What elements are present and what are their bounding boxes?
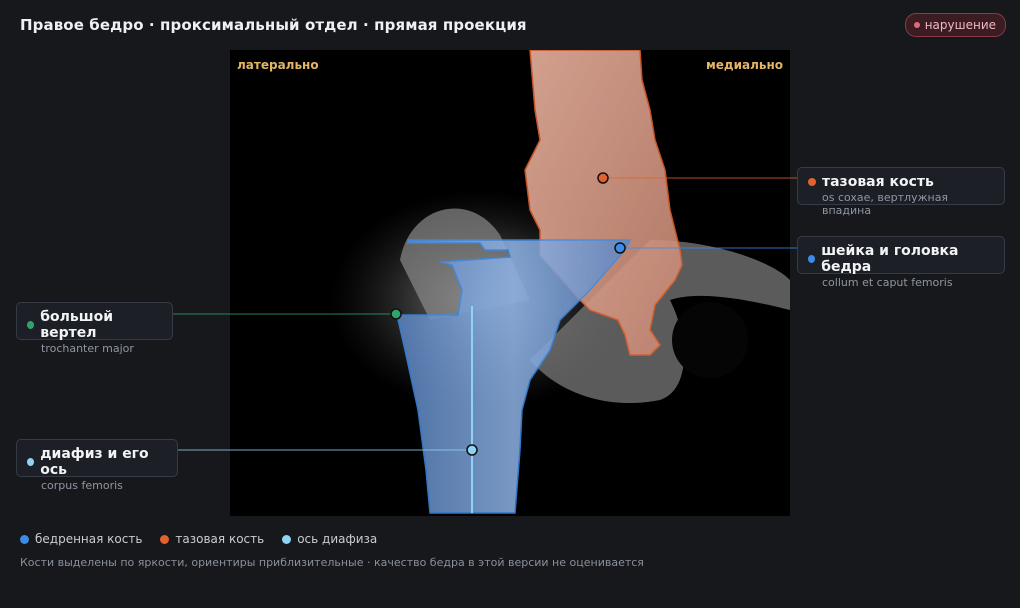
greater-trochanter-label-title: большой вертел — [40, 309, 114, 341]
footer-note: Кости выделены по яркости, ориентиры при… — [20, 556, 644, 569]
axis-swatch-icon — [282, 534, 292, 544]
neck-dot-icon — [808, 255, 816, 263]
legend-label-axis: ось диафиза — [297, 532, 378, 546]
xray-viewer[interactable]: латерально медиально — [230, 50, 790, 516]
shaft-dot-icon — [27, 458, 35, 466]
greater-trochanter-label-subtitle: trochanter major — [41, 342, 134, 355]
legend-item-pelvis: тазовая кость — [160, 532, 264, 546]
status-badge-label: нарушение — [924, 18, 996, 32]
femoral-neck-label-subtitle: collum et caput femoris — [822, 276, 953, 289]
pelvis-label-subtitle: os coxae, вертлужная впадина — [822, 191, 949, 217]
pelvis-label-title: тазовая кость — [822, 174, 934, 190]
legend-label-femur: бедренная кость — [35, 532, 143, 546]
greater-trochanter-label[interactable]: большой вертел trochanter major — [16, 302, 173, 355]
shaft-label-title: диафиз и его ось — [40, 446, 149, 478]
page-title: Правое бедро · проксимальный отдел · пря… — [20, 16, 527, 34]
shaft-label-subtitle: corpus femoris — [41, 479, 123, 492]
shaft-label[interactable]: диафиз и его ось corpus femoris — [16, 439, 178, 492]
trochanter-dot-icon — [27, 321, 35, 329]
pelvis-label[interactable]: тазовая кость os coxae, вертлужная впади… — [797, 167, 1005, 217]
legend-label-pelvis: тазовая кость — [175, 532, 265, 546]
legend-item-axis: ось диафиза — [282, 532, 377, 546]
pelvis-dot-icon — [808, 178, 816, 186]
legend-item-femur: бедренная кость — [20, 532, 142, 546]
orientation-medial: медиально — [705, 58, 783, 72]
xray-image — [330, 50, 790, 514]
femur-swatch-icon — [20, 534, 29, 544]
orientation-lateral: латерально — [237, 58, 319, 72]
status-badge: нарушение — [904, 13, 1006, 37]
legend: бедренная кость тазовая кость ось диафиз… — [20, 532, 377, 546]
status-dot-icon — [913, 22, 920, 28]
pelvis-swatch-icon — [160, 534, 170, 544]
femoral-neck-label[interactable]: шейка и головка бедра collum et caput fe… — [797, 236, 1005, 289]
obturator-foramen — [672, 302, 748, 378]
femoral-neck-label-title: шейка и головка бедра — [821, 243, 959, 275]
